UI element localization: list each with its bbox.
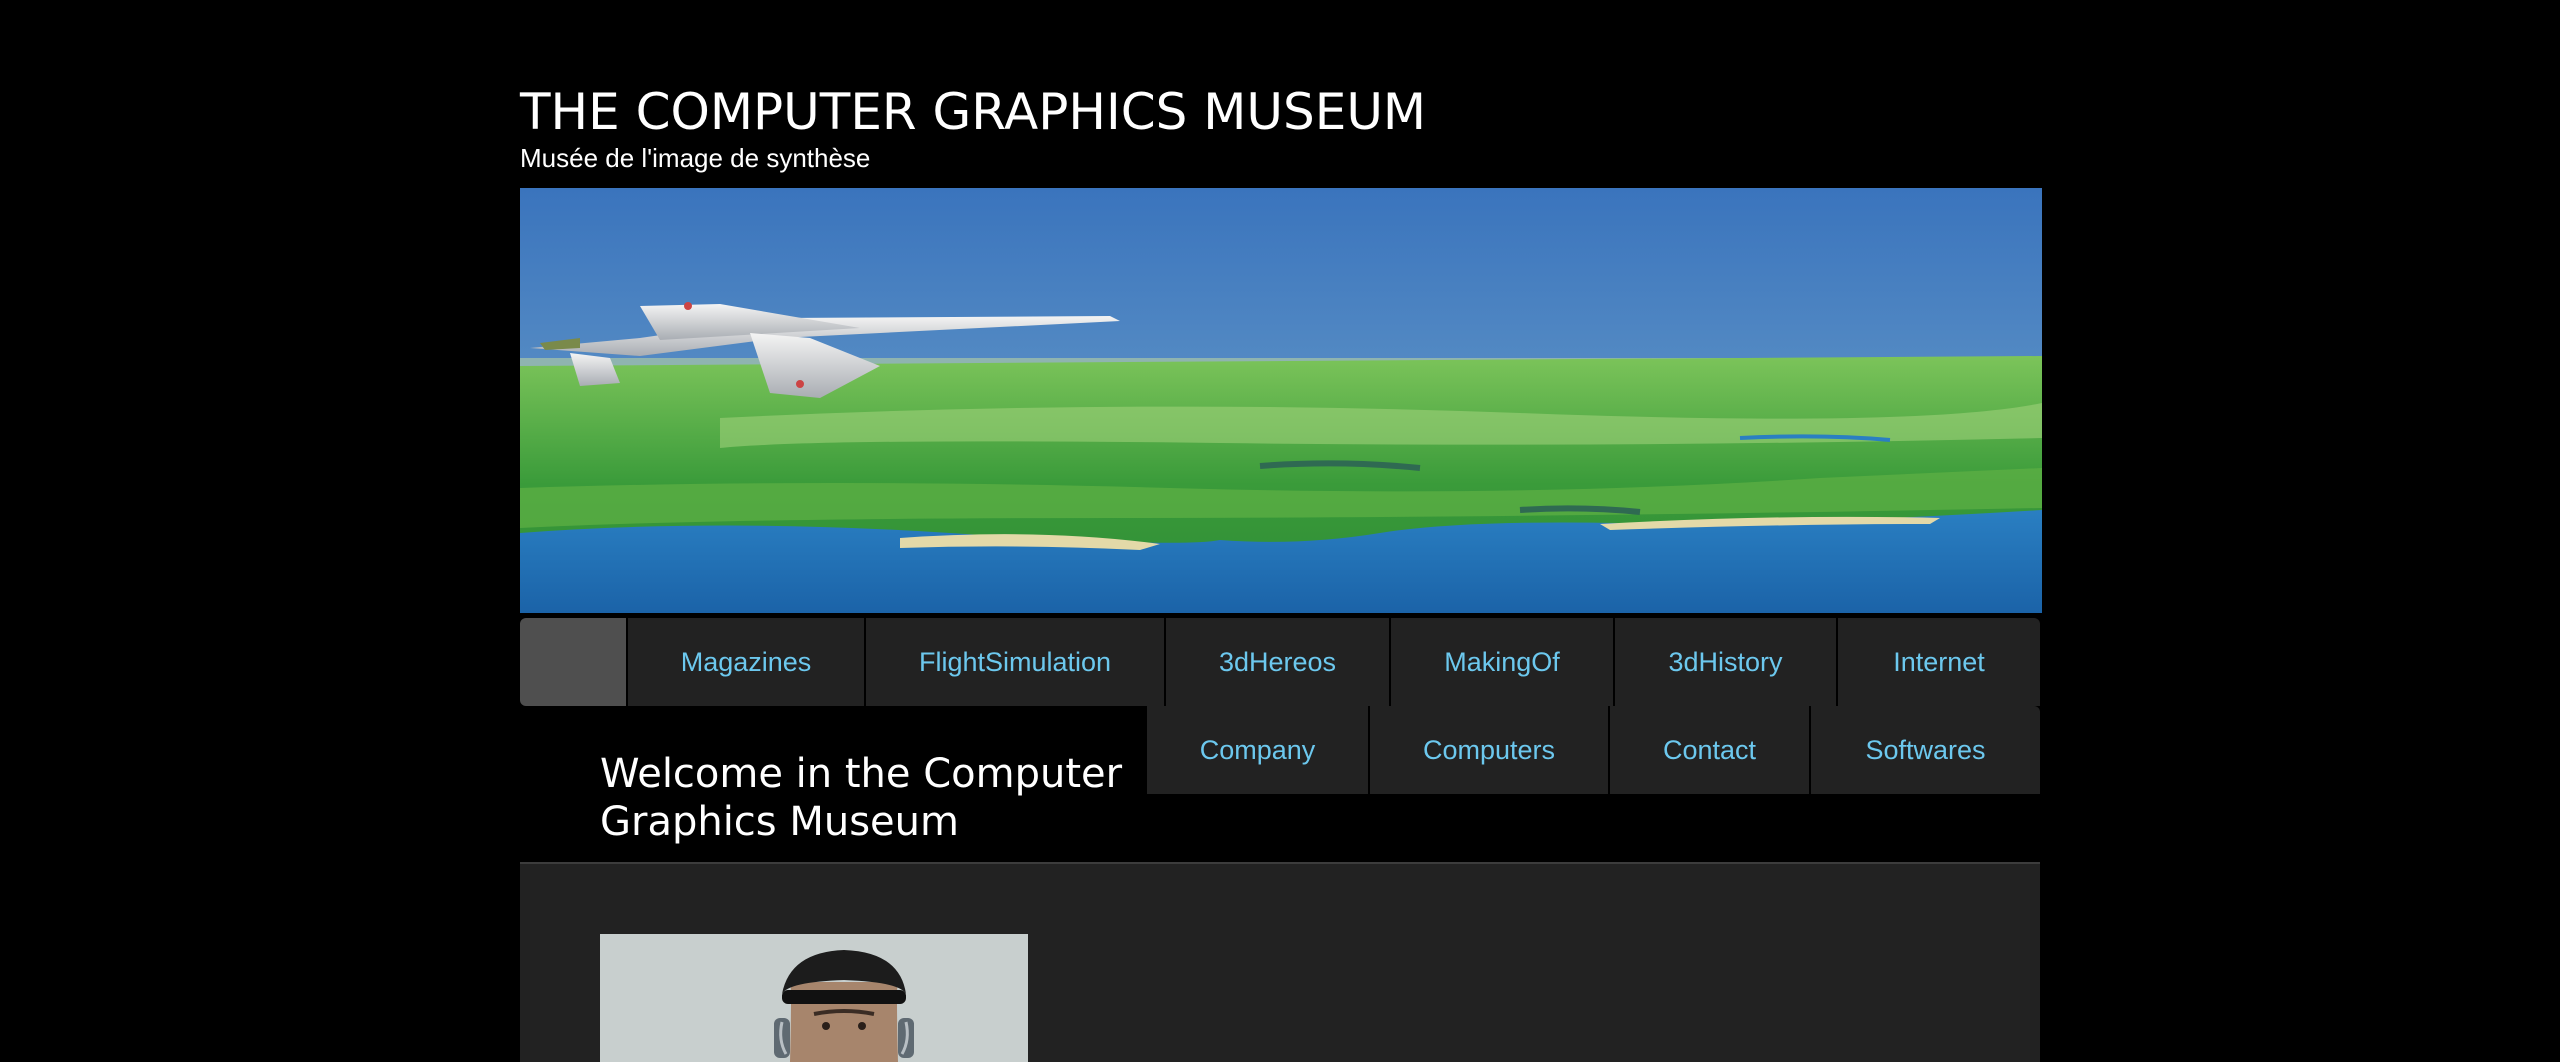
main-nav: Magazines FlightSimulation 3dHereos Maki… [520, 618, 2042, 706]
nav-item-flightsimulation[interactable]: FlightSimulation [866, 618, 1166, 706]
nav-item-3dhereos[interactable]: 3dHereos [1166, 618, 1391, 706]
nav-item-computers[interactable]: Computers [1370, 706, 1610, 794]
main-nav-row2: Company Computers Contact Softwares [1147, 706, 2040, 794]
portrait-photo [600, 934, 1028, 1062]
site-subtitle: Musée de l'image de synthèse [520, 143, 871, 173]
welcome-heading: Welcome in the Computer Graphics Museum [600, 751, 1123, 845]
page: THE COMPUTER GRAPHICS MUSEUM Musée de l'… [0, 0, 2560, 1062]
nav-item-contact[interactable]: Contact [1610, 706, 1811, 794]
nav-item-company[interactable]: Company [1147, 706, 1370, 794]
site-title: THE COMPUTER GRAPHICS MUSEUM [520, 83, 1427, 141]
nav-home-button[interactable] [520, 618, 628, 706]
banner-image [520, 188, 2042, 613]
nav-item-makingof[interactable]: MakingOf [1391, 618, 1615, 706]
nav-item-internet[interactable]: Internet [1838, 618, 2040, 706]
nav-item-softwares[interactable]: Softwares [1811, 706, 2040, 794]
nav-item-3dhistory[interactable]: 3dHistory [1615, 618, 1838, 706]
nav-item-magazines[interactable]: Magazines [628, 618, 866, 706]
